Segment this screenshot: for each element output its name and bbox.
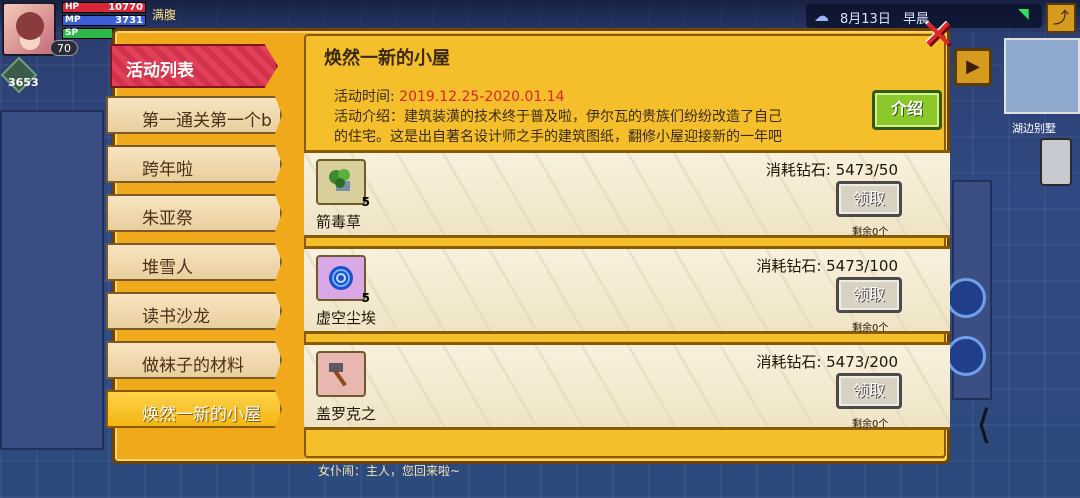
reward-remaining: 剩余0个 bbox=[852, 227, 889, 238]
claim-button[interactable]: 领取 bbox=[836, 277, 902, 313]
activity-item-new-house[interactable]: 焕然一新的小屋 bbox=[106, 390, 282, 428]
eye-icon[interactable] bbox=[946, 336, 986, 376]
activity-list-tab[interactable]: 活动列表 bbox=[110, 44, 278, 88]
reward-cost: 消耗钻石: 5473/50 bbox=[765, 161, 898, 179]
event-time-label: 活动时间: bbox=[334, 89, 395, 105]
herb-icon bbox=[329, 169, 350, 191]
player-avatar[interactable] bbox=[2, 2, 56, 56]
reward-remaining: 剩余0个 bbox=[852, 323, 889, 334]
coin-count: 3653 bbox=[8, 76, 39, 89]
event-intro-line2: 的住宅。这是出自著名设计师之手的建筑图纸，翻修小屋迎接新的一年吧 bbox=[334, 129, 782, 145]
minimap-label: 湖边别墅 bbox=[1012, 122, 1056, 135]
reward-row: 5 虚空尘埃 消耗钻石: 5473/100 领取 剩余0个 bbox=[304, 246, 950, 334]
event-time: 活动时间: 2019.12.25-2020.01.14 bbox=[334, 86, 565, 106]
activity-item-new-year[interactable]: 跨年啦 bbox=[106, 145, 282, 183]
event-title: 焕然一新的小屋 bbox=[324, 48, 450, 69]
reward-name: 虚空尘埃 bbox=[316, 309, 377, 327]
claim-button[interactable]: 领取 bbox=[836, 181, 902, 217]
intro-button[interactable]: 介绍 bbox=[872, 90, 942, 130]
phone-icon[interactable] bbox=[1040, 138, 1072, 186]
date-value: 8月13日 bbox=[840, 12, 891, 27]
reward-count: 5 bbox=[361, 291, 370, 305]
date-text: 8月13日 早晨 bbox=[840, 8, 929, 27]
weather-cloud-icon: ☁ bbox=[814, 7, 829, 25]
claim-button[interactable]: 领取 bbox=[836, 373, 902, 409]
activity-item-first-clear[interactable]: 第一通关第一个b bbox=[106, 96, 282, 134]
play-icon[interactable]: ▶ bbox=[954, 48, 992, 86]
mp-label: MP bbox=[65, 15, 81, 25]
void-dust-icon bbox=[329, 266, 353, 290]
reward-item-slot[interactable]: 5 bbox=[316, 159, 370, 209]
player-level: 70 bbox=[50, 40, 78, 56]
reward-item-slot[interactable]: 5 bbox=[316, 255, 370, 305]
reward-item-slot[interactable] bbox=[316, 351, 366, 397]
sp-label: SP bbox=[65, 28, 79, 38]
wifi-icon: ◥ bbox=[1018, 6, 1029, 22]
reward-row: 5 箭毒草 消耗钻石: 5473/50 领取 剩余0个 bbox=[304, 150, 950, 238]
top-label: 满腹 bbox=[152, 8, 177, 22]
activity-item-sock-materials[interactable]: 做袜子的材料 bbox=[106, 341, 282, 379]
event-intro-line1: 活动介绍：建筑装潢的技术终于普及啦，伊尔瓦的贵族们纷纷改造了自己 bbox=[334, 109, 782, 125]
event-time-value: 2019.12.25-2020.01.14 bbox=[399, 89, 565, 105]
hp-label: HP bbox=[65, 2, 80, 12]
close-icon[interactable]: ✕ bbox=[920, 15, 956, 55]
reward-remaining: 剩余0个 bbox=[852, 419, 889, 430]
reward-count: 5 bbox=[361, 195, 370, 209]
reward-cost: 消耗钻石: 5473/200 bbox=[756, 353, 898, 371]
mp-value: 3731 bbox=[115, 15, 143, 26]
activity-item-snowman[interactable]: 堆雪人 bbox=[106, 243, 282, 281]
reward-row: 盖罗克之 消耗钻石: 5473/200 领取 剩余0个 bbox=[304, 342, 950, 430]
minimap[interactable] bbox=[1004, 38, 1080, 114]
hp-value: 10770 bbox=[108, 2, 143, 13]
hp-bar: HP 10770 bbox=[62, 2, 146, 13]
chat-line: 女仆闹：主人，您回来啦~ bbox=[318, 464, 461, 478]
reward-name: 箭毒草 bbox=[316, 213, 362, 231]
mp-bar: MP 3731 bbox=[62, 15, 146, 26]
return-icon[interactable]: ⤴ bbox=[1046, 3, 1076, 33]
reward-name: 盖罗克之 bbox=[316, 405, 377, 423]
activity-item-zhuya-festival[interactable]: 朱亚祭 bbox=[106, 194, 282, 232]
water-drop-icon[interactable] bbox=[946, 278, 986, 318]
activity-item-reading-salon[interactable]: 读书沙龙 bbox=[106, 292, 282, 330]
reward-cost: 消耗钻石: 5473/100 bbox=[756, 257, 898, 275]
hammer-icon bbox=[329, 363, 347, 387]
background-tile bbox=[0, 110, 104, 450]
bow-icon[interactable]: ⟨ bbox=[976, 402, 1020, 454]
